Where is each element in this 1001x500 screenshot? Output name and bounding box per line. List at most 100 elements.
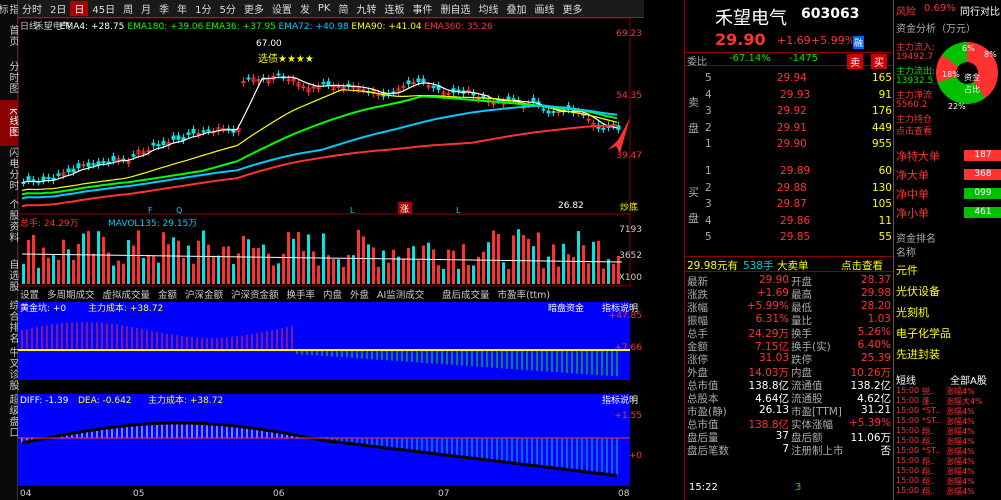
toolbar-btn-15[interactable]: 九转 bbox=[352, 1, 380, 16]
vol-bar bbox=[372, 247, 375, 284]
candle bbox=[156, 144, 161, 147]
vol-bar bbox=[422, 245, 425, 284]
q-val2: 6.40% bbox=[857, 339, 891, 351]
bid-price: 29.87 bbox=[776, 198, 807, 210]
rank-item[interactable]: 光刻机 bbox=[896, 304, 929, 320]
toolbar-btn-6[interactable]: 季 bbox=[155, 1, 173, 16]
candle bbox=[481, 95, 486, 98]
toolbar-btn-16[interactable]: 连板 bbox=[380, 1, 408, 16]
toolbar-btn-13[interactable]: PK bbox=[314, 3, 335, 14]
annot-l1: L bbox=[350, 206, 355, 215]
vol: 91 bbox=[878, 88, 892, 101]
toolbar-btn-18[interactable]: 删自选 bbox=[436, 1, 474, 16]
vol-bar bbox=[292, 238, 295, 284]
date-0: 04 bbox=[20, 489, 32, 499]
vol-bar bbox=[312, 251, 315, 284]
toolbar-btn-11[interactable]: 设置 bbox=[268, 1, 296, 16]
rank-item[interactable]: 光伏设备 bbox=[896, 283, 940, 299]
annot-f: F bbox=[148, 206, 153, 215]
bid-price: 29.88 bbox=[776, 181, 807, 194]
rank-item[interactable]: 先进封装 bbox=[896, 346, 940, 362]
peer[interactable]: 同行对比 bbox=[960, 3, 1000, 18]
sum4[interactable]: 点击查看 bbox=[841, 258, 883, 273]
nav-0[interactable]: 指标 bbox=[0, 0, 18, 18]
toolbar-btn-12[interactable]: 发 bbox=[296, 1, 314, 16]
nav-5[interactable]: 个股资料 bbox=[0, 192, 18, 250]
annot-select: 选债★★★★ bbox=[258, 52, 314, 65]
vol-bar bbox=[202, 230, 205, 284]
toolbar-btn-5[interactable]: 月 bbox=[137, 1, 155, 16]
vol-bar bbox=[227, 246, 230, 284]
candle bbox=[196, 132, 201, 135]
vol-bar bbox=[257, 247, 260, 284]
toolbar-btn-22[interactable]: 更多 bbox=[558, 1, 586, 16]
toolbar-btn-17[interactable]: 事件 bbox=[408, 1, 436, 16]
vol-label: 总手: 24.29万 bbox=[20, 217, 79, 229]
toolbar-btn-21[interactable]: 画线 bbox=[530, 1, 558, 16]
side-buy: 买盘 bbox=[688, 186, 699, 225]
buy-btn[interactable]: 买 bbox=[871, 54, 887, 69]
vol-bar bbox=[47, 257, 50, 284]
q-val: +1.69 bbox=[756, 287, 789, 299]
toolbar-btn-9[interactable]: 5分 bbox=[215, 1, 239, 16]
candle bbox=[26, 176, 31, 181]
toolbar-btn-1[interactable]: 2日 bbox=[46, 1, 70, 16]
legend-ema4: EMA4: +28.75 bbox=[60, 22, 125, 32]
candle bbox=[206, 129, 211, 132]
toolbar-btn-10[interactable]: 更多 bbox=[240, 1, 268, 16]
toolbar-btn-20[interactable]: 叠加 bbox=[502, 1, 530, 16]
sum3: 大卖单 bbox=[777, 260, 809, 272]
side-sell: 卖盘 bbox=[688, 96, 699, 135]
vol-bar bbox=[427, 242, 430, 284]
q-val2: +5.39% bbox=[848, 417, 891, 429]
toolbar-btn-8[interactable]: 1分 bbox=[191, 1, 215, 16]
toolbar-btn-3[interactable]: 45日 bbox=[88, 1, 119, 16]
toolbar-btn-19[interactable]: 均线 bbox=[474, 1, 502, 16]
toolbar-btn-4[interactable]: 周 bbox=[119, 1, 137, 16]
nav-9[interactable]: 超级盘口 bbox=[0, 394, 18, 438]
vol-bar bbox=[382, 250, 385, 284]
toolbar-btn-2[interactable]: 日 bbox=[70, 1, 89, 16]
nav-2[interactable]: 分时图 bbox=[0, 54, 18, 100]
vol-tab-8: 外盘 bbox=[350, 289, 370, 301]
vol-bar bbox=[602, 268, 605, 284]
sell-btn[interactable]: 卖 bbox=[847, 54, 863, 69]
trade-time: 15:00 bbox=[896, 476, 920, 485]
candle bbox=[491, 102, 496, 105]
pie-label: 8% bbox=[984, 50, 997, 59]
book-row: 1 29.90 955 bbox=[703, 138, 894, 152]
nav-6[interactable]: 自选股 bbox=[0, 250, 18, 300]
nav-4[interactable]: 闪电分时 bbox=[0, 146, 18, 192]
trade-tab-0[interactable]: 短线 bbox=[896, 372, 916, 387]
ma-line bbox=[21, 124, 618, 208]
toolbar-btn-14[interactable]: 简 bbox=[334, 1, 352, 16]
nav-3[interactable]: K线图 bbox=[0, 100, 18, 146]
toolbar-btn-0[interactable]: 分时 bbox=[18, 1, 46, 16]
vol-bar bbox=[307, 234, 310, 284]
pct2[interactable]: 点击查看 bbox=[896, 124, 932, 137]
rank-item[interactable]: 元件 bbox=[896, 262, 918, 278]
chart-area[interactable]: 日线禾望电气EMA4: +28.75 EMA180: +39.06 EMA36: +… bbox=[18, 18, 644, 500]
vol-mavol: MAVOL135: 29.15万 bbox=[108, 219, 197, 229]
nav-7[interactable]: 综合排名 bbox=[0, 300, 18, 344]
candle bbox=[151, 142, 156, 146]
vol: 55 bbox=[878, 231, 892, 243]
left-nav: 指标 首页 分时图 K线图 闪电分时 个股资料 自选股 综合排名 牛叉诊股 超级盘口 bbox=[0, 0, 18, 500]
price-axis-0: 69.23 bbox=[616, 29, 642, 39]
q-val: 29.90 bbox=[758, 274, 789, 286]
quote-panel: 禾望电气 603063 29.90 +1.69 +5.99% 融委比 -67.14% -147… bbox=[684, 0, 894, 500]
tag: 融 bbox=[853, 36, 865, 49]
nav-8[interactable]: 牛叉诊股 bbox=[0, 344, 18, 394]
candle bbox=[41, 176, 46, 181]
candle bbox=[96, 161, 101, 166]
vol-bar bbox=[37, 267, 40, 284]
vol-bar bbox=[92, 253, 95, 284]
rank-item[interactable]: 电子化学品 bbox=[896, 325, 951, 341]
vol-bar bbox=[362, 236, 365, 284]
trade-tab-1[interactable]: 全部A股 bbox=[950, 372, 987, 387]
toolbar-btn-7[interactable]: 年 bbox=[173, 1, 191, 16]
nav-1[interactable]: 首页 bbox=[0, 18, 18, 54]
vol-bar bbox=[482, 251, 485, 284]
vol-bar bbox=[97, 231, 100, 284]
change: +1.69 bbox=[777, 34, 811, 47]
